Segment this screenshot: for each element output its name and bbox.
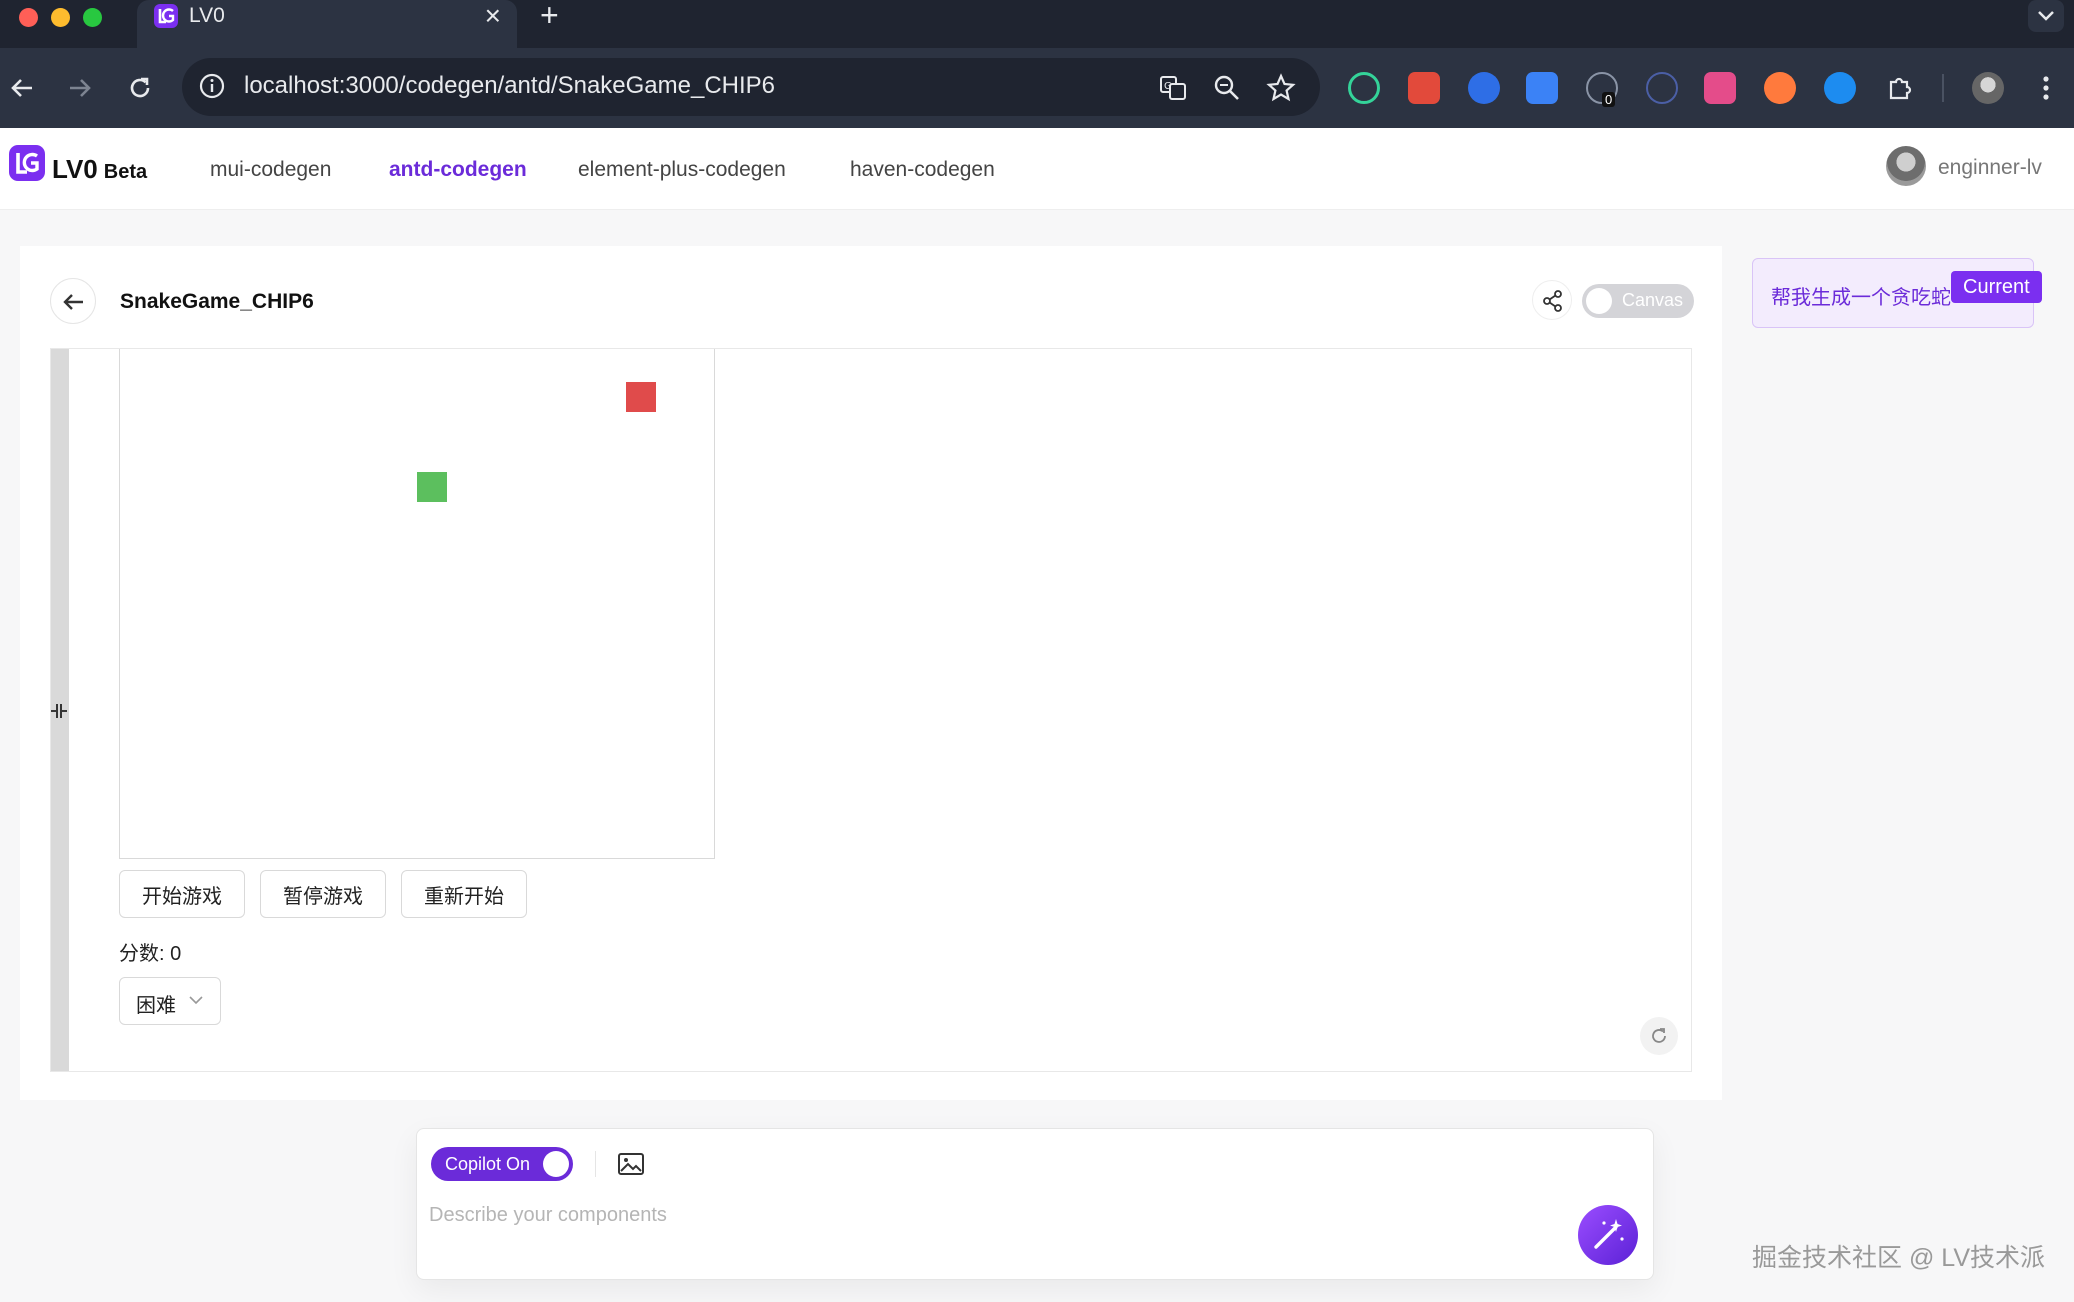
start-game-button[interactable]: 开始游戏 (119, 870, 245, 918)
share-icon (1543, 290, 1562, 312)
watermark: 掘金技术社区 @ LV技术派 (1752, 1244, 2045, 1272)
toggle-knob (1586, 288, 1612, 314)
extension-translate-icon[interactable] (1704, 72, 1736, 104)
lv0-logo-icon[interactable] (8, 144, 46, 182)
generate-button[interactable] (1578, 1205, 1638, 1265)
reload-icon[interactable] (122, 70, 158, 106)
toolbar-separator (1942, 74, 1944, 102)
difficulty-value: 困难 (136, 995, 176, 1017)
extension-s-icon[interactable] (1824, 72, 1856, 104)
chevron-down-icon (189, 996, 203, 1005)
username[interactable]: enginner-lv (1938, 156, 2042, 180)
beta-label: Beta (103, 161, 148, 183)
browser-tab[interactable]: LV0 × (137, 0, 517, 48)
extension-cycle-icon[interactable]: 0 (1586, 72, 1618, 107)
svg-text:G: G (1164, 81, 1172, 92)
page-title: SnakeGame_CHIP6 (120, 290, 314, 313)
canvas-toggle[interactable]: Canvas (1582, 284, 1694, 318)
restart-game-button[interactable]: 重新开始 (401, 870, 527, 918)
forward-arrow-icon[interactable] (62, 70, 98, 106)
arrow-left-icon (63, 294, 83, 310)
resize-handle-icon[interactable] (49, 701, 69, 721)
extension-jh-icon[interactable] (1526, 72, 1558, 104)
nav-element-plus-codegen[interactable]: element-plus-codegen (578, 158, 786, 182)
extension-a-icon[interactable] (1646, 72, 1678, 104)
nav-haven-codegen[interactable]: haven-codegen (850, 158, 995, 182)
extension-p-icon[interactable] (1468, 72, 1500, 104)
address-bar[interactable]: localhost:3000/codegen/antd/SnakeGame_CH… (182, 58, 1320, 116)
menu-dots-icon[interactable] (2030, 72, 2062, 104)
preview-card: SnakeGame_CHIP6 Canvas 开始游戏 暂停游戏 重新开始 分数… (20, 246, 1722, 1100)
game-board[interactable] (119, 349, 715, 859)
bookmark-star-icon[interactable] (1266, 73, 1296, 103)
nav-mui-codegen[interactable]: mui-codegen (210, 158, 331, 182)
lv0-logo-icon (154, 4, 178, 28)
maximize-window-button[interactable] (83, 8, 102, 27)
refresh-icon (1652, 1028, 1666, 1043)
toggle-knob (543, 1151, 569, 1177)
brand-text: LV0 (52, 154, 98, 184)
image-upload-icon[interactable] (615, 1149, 647, 1179)
back-button[interactable] (50, 278, 96, 324)
url-text[interactable]: localhost:3000/codegen/antd/SnakeGame_CH… (244, 72, 775, 100)
back-arrow-icon[interactable] (4, 70, 40, 106)
extension-target-icon[interactable] (1348, 72, 1380, 104)
current-badge: Current (1951, 271, 2042, 303)
extension-paw-icon[interactable] (1408, 72, 1440, 104)
zoom-icon[interactable] (1212, 73, 1242, 103)
tab-search-button[interactable] (2028, 0, 2064, 32)
difficulty-select[interactable]: 困难 (119, 977, 221, 1025)
close-window-button[interactable] (19, 8, 38, 27)
prompt-divider (595, 1151, 596, 1177)
chevron-down-icon (2038, 11, 2054, 21)
extension-orange-icon[interactable] (1764, 72, 1796, 104)
pause-game-button[interactable]: 暂停游戏 (260, 870, 386, 918)
site-info-icon[interactable] (198, 72, 226, 100)
browser-tab-bar: LV0 × + (0, 0, 2074, 48)
food-cell (626, 382, 656, 412)
copilot-toggle[interactable]: Copilot On (431, 1147, 573, 1181)
history-item-text: 帮我生成一个贪吃蛇 (1771, 287, 1951, 309)
tab-title: LV0 (189, 4, 225, 27)
extensions-puzzle-icon[interactable] (1884, 72, 1916, 104)
snake-head (417, 472, 447, 502)
refresh-preview-button[interactable] (1640, 1017, 1678, 1055)
share-button[interactable] (1532, 280, 1572, 320)
close-tab-icon[interactable]: × (485, 1, 501, 31)
browser-toolbar: localhost:3000/codegen/antd/SnakeGame_CH… (0, 48, 2074, 128)
app-header: LV0 Beta mui-codegen antd-codegen element… (0, 128, 2074, 210)
translate-icon[interactable]: G (1158, 73, 1188, 103)
brand-name[interactable]: LV0 Beta (52, 154, 147, 185)
prompt-input[interactable] (429, 1195, 1529, 1235)
minimize-window-button[interactable] (51, 8, 70, 27)
new-tab-button[interactable]: + (540, 0, 559, 31)
avatar[interactable] (1886, 146, 1926, 186)
profile-avatar[interactable] (1972, 72, 2004, 104)
score-label: 分数: 0 (119, 943, 182, 965)
history-item-current[interactable]: 帮我生成一个贪吃蛇 Current (1752, 258, 2042, 328)
extension-badge: 0 (1602, 92, 1616, 107)
magic-wand-icon (1594, 1219, 1624, 1249)
copilot-label: Copilot On (445, 1154, 531, 1174)
canvas-label: Canvas (1622, 290, 1684, 310)
prompt-box: Copilot On (416, 1128, 1654, 1280)
nav-antd-codegen[interactable]: antd-codegen (389, 158, 527, 182)
component-preview: 开始游戏 暂停游戏 重新开始 分数: 0 困难 (50, 348, 1692, 1072)
